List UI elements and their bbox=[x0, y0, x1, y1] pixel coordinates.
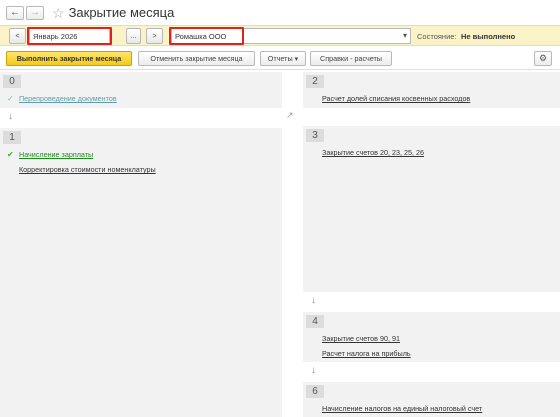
stage-separator: ↓ bbox=[303, 362, 560, 383]
window-titlebar: ← → ☆ Закрытие месяца bbox=[0, 0, 560, 25]
favorite-star-icon[interactable]: ☆ bbox=[52, 6, 65, 20]
arrow-down-icon: ↓ bbox=[8, 111, 13, 122]
expand-icon[interactable]: ↗ bbox=[286, 110, 294, 121]
organization-highlight bbox=[169, 27, 244, 45]
state-value: Не выполнено bbox=[461, 32, 516, 41]
parameters-bar: < Январь 2026 ... > Ромашка ООО ▾ Состоя… bbox=[0, 25, 560, 46]
previous-period-button[interactable]: < bbox=[9, 28, 26, 44]
actions-toolbar: Выполнить закрытие месяца Отменить закры… bbox=[0, 48, 560, 70]
period-picker-button[interactable]: ... bbox=[126, 28, 141, 44]
page-title: Закрытие месяца bbox=[68, 5, 175, 20]
check-icon: ✓ bbox=[7, 94, 14, 103]
stage-number: 4 bbox=[306, 315, 324, 328]
arrow-down-icon: ↓ bbox=[311, 365, 316, 376]
period-highlight bbox=[27, 27, 112, 45]
execute-closing-label: Выполнить закрытие месяца bbox=[16, 54, 122, 63]
stage-separator: ↓ bbox=[303, 292, 560, 313]
stage-3: 3 Закрытие счетов 20, 23, 25, 26 bbox=[303, 126, 560, 292]
stage-number: 0 bbox=[3, 75, 21, 88]
settings-button[interactable]: ⚙ bbox=[534, 51, 552, 66]
reports-label: Отчеты ▾ bbox=[267, 54, 299, 63]
stage-number: 2 bbox=[306, 75, 324, 88]
check-icon: ✔ bbox=[7, 150, 14, 159]
task-link[interactable]: Корректировка стоимости номенклатуры bbox=[19, 165, 156, 174]
arrow-down-icon: ↓ bbox=[311, 295, 316, 306]
calculations-button[interactable]: Справки - расчеты bbox=[310, 51, 392, 66]
stage-number: 1 bbox=[3, 131, 21, 144]
calculations-label: Справки - расчеты bbox=[320, 54, 382, 63]
stage-0: 0 ✓ Перепроведение документов bbox=[0, 72, 282, 108]
task-link[interactable]: Закрытие счетов 20, 23, 25, 26 bbox=[322, 148, 424, 157]
task-link[interactable]: Закрытие счетов 90, 91 bbox=[322, 334, 400, 343]
task-item: ✓ Перепроведение документов bbox=[7, 94, 117, 103]
stage-separator: ↓ bbox=[0, 108, 282, 129]
task-link[interactable]: Начисление налогов на единый налоговый с… bbox=[322, 404, 482, 413]
execute-closing-button[interactable]: Выполнить закрытие месяца bbox=[6, 51, 132, 66]
chevron-left-icon: < bbox=[15, 32, 20, 40]
task-item: Закрытие счетов 90, 91 bbox=[310, 334, 400, 343]
cancel-closing-label: Отменить закрытие месяца bbox=[150, 54, 243, 63]
arrow-right-icon: → bbox=[30, 7, 40, 18]
back-button[interactable]: ← bbox=[6, 5, 24, 20]
cancel-closing-button[interactable]: Отменить закрытие месяца bbox=[138, 51, 255, 66]
column-divider: ↗ bbox=[282, 70, 303, 417]
task-item: Расчет долей списания косвенных расходов bbox=[310, 94, 470, 103]
stage-2: 2 Расчет долей списания косвенных расход… bbox=[303, 72, 560, 108]
task-item: Корректировка стоимости номенклатуры bbox=[7, 165, 156, 174]
right-stages-column: 2 Расчет долей списания косвенных расход… bbox=[303, 70, 560, 417]
task-item: Начисление налогов на единый налоговый с… bbox=[310, 404, 482, 413]
ellipsis-icon: ... bbox=[130, 32, 137, 40]
stage-number: 3 bbox=[306, 129, 324, 142]
gear-icon: ⚙ bbox=[538, 53, 548, 63]
task-link[interactable]: Расчет налога на прибыль bbox=[322, 349, 411, 358]
arrow-left-icon: ← bbox=[10, 7, 20, 18]
task-item: Расчет налога на прибыль bbox=[310, 349, 411, 358]
task-link[interactable]: Перепроведение документов bbox=[19, 94, 117, 103]
task-item: Закрытие счетов 20, 23, 25, 26 bbox=[310, 148, 424, 157]
stage-6: 6 Начисление налогов на единый налоговый… bbox=[303, 382, 560, 417]
task-item: ✔ Начисление зарплаты bbox=[7, 150, 93, 159]
state-label: Состояние: bbox=[417, 32, 457, 41]
task-link[interactable]: Расчет долей списания косвенных расходов bbox=[322, 94, 470, 103]
stage-1: 1 ✔ Начисление зарплаты Корректировка ст… bbox=[0, 128, 282, 417]
reports-menu-button[interactable]: Отчеты ▾ bbox=[260, 51, 306, 66]
next-period-button[interactable]: > bbox=[146, 28, 163, 44]
stage-number: 6 bbox=[306, 385, 324, 398]
forward-button[interactable]: → bbox=[26, 5, 44, 20]
stage-4: 4 Закрытие счетов 90, 91 Расчет налога н… bbox=[303, 312, 560, 362]
task-link[interactable]: Начисление зарплаты bbox=[19, 150, 93, 159]
dropdown-arrow-icon[interactable]: ▾ bbox=[403, 31, 407, 40]
chevron-right-icon: > bbox=[152, 32, 157, 40]
left-stages-column: 0 ✓ Перепроведение документов ↓ 1 ✔ Начи… bbox=[0, 70, 282, 417]
